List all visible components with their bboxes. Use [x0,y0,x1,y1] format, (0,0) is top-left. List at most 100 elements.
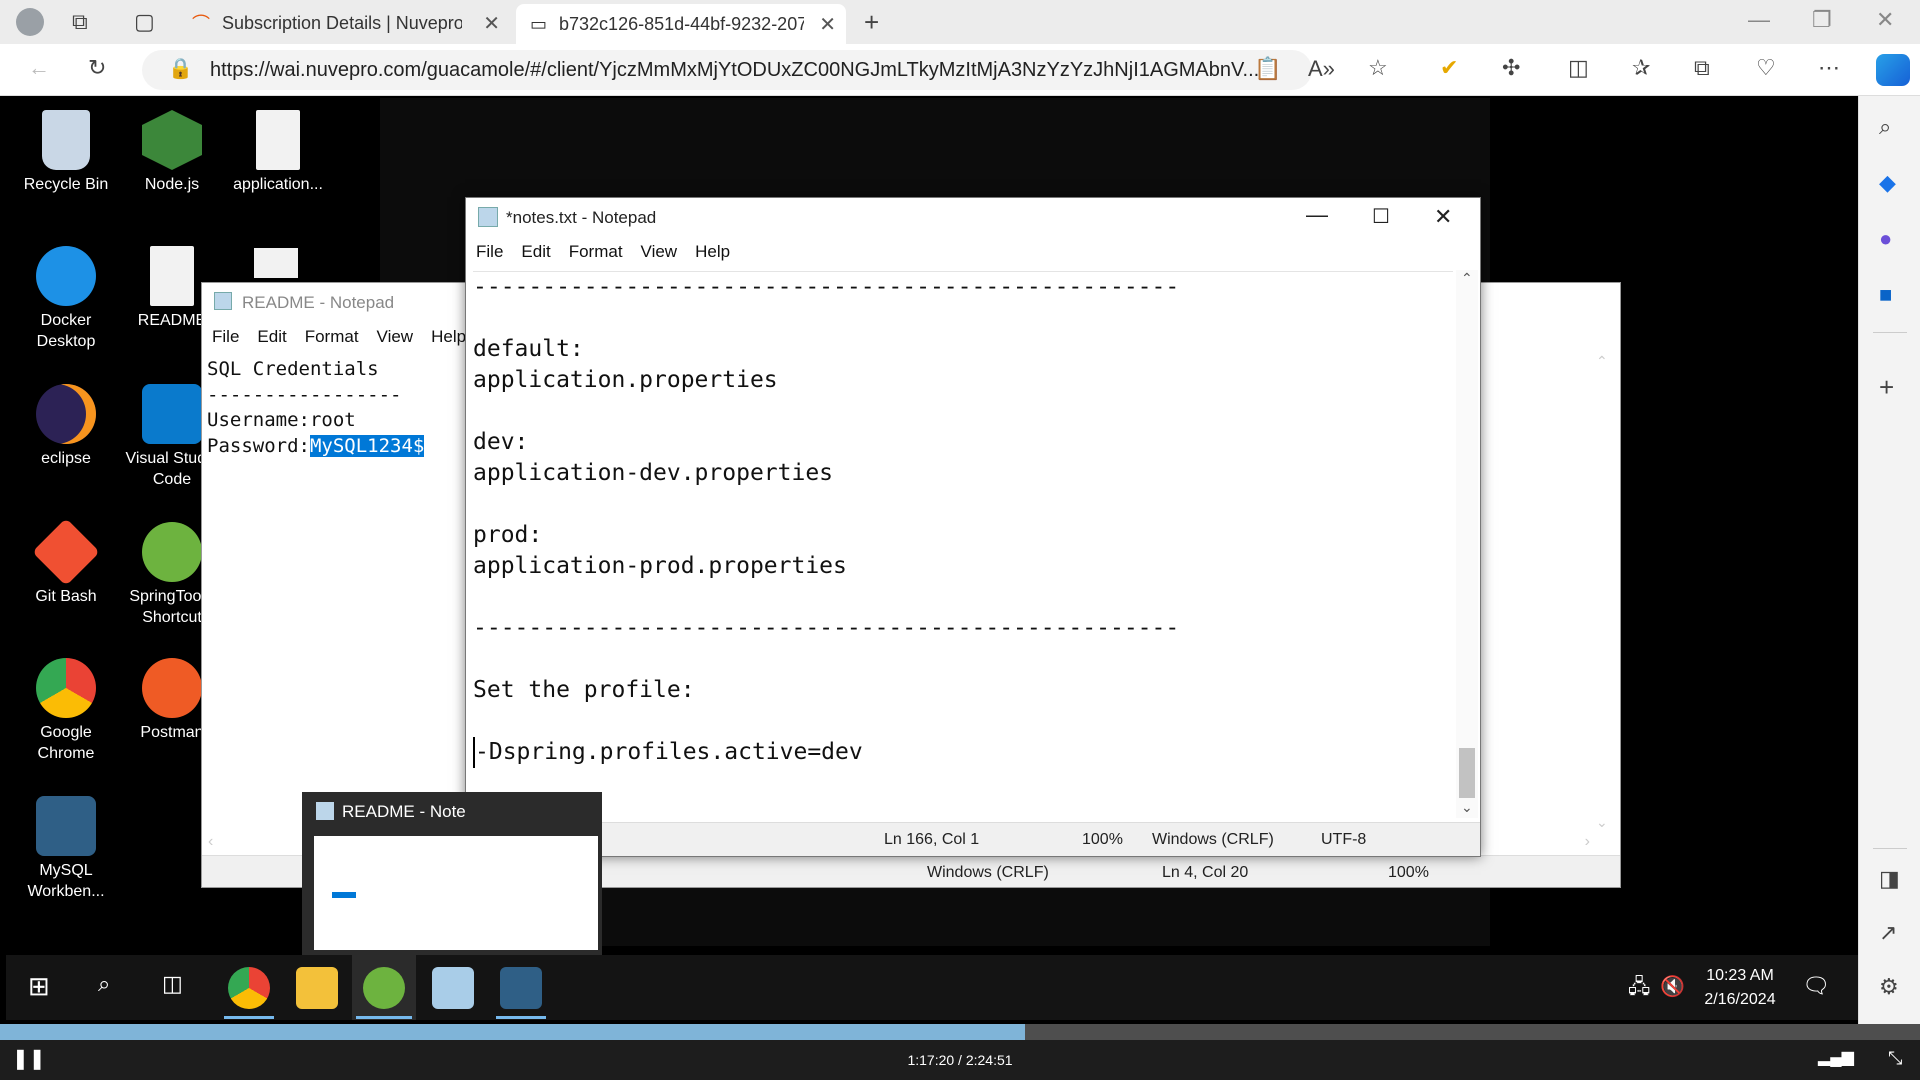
spring-taskbar-icon[interactable] [363,967,405,1009]
desktop-icon-recycle-bin[interactable]: Recycle Bin [14,110,118,195]
desktop-icon-chrome[interactable]: Google Chrome [14,658,118,764]
menu-view[interactable]: View [377,321,414,353]
more-menu-icon[interactable]: ⋯ [1818,57,1840,79]
refresh-icon[interactable]: ↻ [88,57,106,79]
settings-gear-icon[interactable]: ⚙ [1879,976,1899,998]
text-line: prod: [473,522,543,548]
close-tab-icon[interactable]: ✕ [819,12,836,37]
status-zoom: 100% [1082,831,1123,848]
new-tab-icon[interactable]: + [864,9,879,35]
menu-format[interactable]: Format [305,321,359,353]
playback-progress-bar[interactable] [0,1024,1920,1040]
menu-help[interactable]: Help [431,321,466,353]
close-window-icon[interactable]: ✕ [1876,9,1894,31]
readme-text-area[interactable]: SQL Credentials ----------------- Userna… [207,357,425,459]
desktop-icon-git-bash[interactable]: Git Bash [14,518,118,607]
back-icon[interactable]: ← [28,57,50,79]
desktop-icon-nodejs[interactable]: Node.js [120,110,224,195]
volume-muted-icon[interactable]: 🔇 [1660,977,1685,997]
workspaces-icon[interactable]: ⧉ [72,11,88,33]
scroll-down-icon[interactable]: ⌄ [1461,799,1473,816]
browser-essentials-icon[interactable]: ♡ [1756,57,1776,79]
text-line [473,644,1453,675]
network-icon[interactable]: 🖧 [1628,977,1650,997]
scroll-left-icon[interactable]: ‹ [208,833,213,851]
tab-remote-session[interactable]: ▭ b732c126-851d-44bf-9232-2077 ✕ [516,4,846,44]
copilot-app-icon[interactable]: ● [1879,228,1892,250]
desktop-icon-label: Git Bash [35,588,97,605]
player-controls: ❚❚ 1:17:20 / 2:24:51 ▂▄▆ ⤡ [0,1040,1920,1080]
scroll-up-icon[interactable]: ⌃ [1596,353,1614,370]
mysql-workbench-taskbar-icon[interactable] [500,967,542,1009]
address-bar[interactable]: 🔒 https://wai.nuvepro.com/guacamole/#/cl… [142,50,1312,90]
menu-view[interactable]: View [641,236,678,268]
file-icon[interactable] [254,248,298,278]
favorites-icon[interactable]: ✰ [1632,57,1650,79]
url-text[interactable]: https://wai.nuvepro.com/guacamole/#/clie… [210,59,1290,82]
menu-format[interactable]: Format [569,236,623,268]
notes-vertical-scrollbar[interactable]: ⌃ ⌄ [1456,270,1478,818]
remote-desktop: Recycle Bin Docker Desktop eclipse Git B… [6,98,1858,1020]
profile-avatar[interactable] [16,8,44,36]
system-clock[interactable]: 10:23 AM 2/16/2024 [1694,964,1786,1012]
open-external-icon[interactable]: ↗ [1879,922,1897,944]
scroll-up-icon[interactable]: ⌃ [1461,270,1473,287]
extension-check-icon[interactable]: ✔ [1440,57,1458,79]
text-line: application.properties [473,367,778,393]
clock-time: 10:23 AM [1706,967,1774,984]
restore-window-icon[interactable]: ❐ [1812,9,1832,31]
maximize-icon[interactable]: ☐ [1372,204,1390,229]
notes-title-bar[interactable]: *notes.txt - Notepad — ☐ ✕ [466,198,1480,236]
notepad-taskbar-icon[interactable] [432,967,474,1009]
scroll-thumb[interactable] [1459,748,1475,798]
text-line [473,489,1453,520]
add-sidebar-app-icon[interactable]: + [1879,374,1894,400]
start-windows-icon[interactable]: ⊞ [28,973,50,999]
search-icon[interactable]: ⌕ [98,973,110,995]
menu-edit[interactable]: Edit [257,321,286,353]
favorite-star-icon[interactable]: ☆ [1368,57,1388,79]
desktop-icon-docker[interactable]: Docker Desktop [14,246,118,352]
selected-password-text[interactable]: MySQL1234$ [309,434,425,457]
collections-icon[interactable]: ⧉ [1694,57,1710,79]
close-icon[interactable]: ✕ [1434,204,1452,230]
search-icon[interactable]: ⌕ [1879,116,1891,138]
copilot-icon[interactable] [1876,54,1910,86]
task-view-icon[interactable]: ◫ [162,973,183,995]
outlook-icon[interactable]: ■ [1879,284,1892,306]
exit-fullscreen-icon[interactable]: ⤡ [1888,1049,1902,1067]
desktop-icon-eclipse[interactable]: eclipse [14,384,118,469]
spring-icon [142,522,202,582]
file-icon [150,246,194,306]
minimize-window-icon[interactable]: — [1748,9,1770,31]
action-center-icon[interactable]: 🗨 [1802,975,1830,997]
scroll-down-icon[interactable]: ⌄ [1596,814,1608,831]
close-tab-icon[interactable]: ✕ [483,11,500,36]
tab-actions-icon[interactable]: ▢ [134,11,155,33]
hide-sidebar-icon[interactable]: ◨ [1879,868,1900,890]
menu-file[interactable]: File [212,321,239,353]
file-explorer-icon[interactable] [296,967,338,1009]
desktop-icon-mysql-workbench[interactable]: MySQL Workben... [14,796,118,902]
scroll-right-icon[interactable]: › [1585,833,1590,851]
read-aloud-icon[interactable]: A» [1308,58,1335,80]
notes-notepad-window[interactable]: *notes.txt - Notepad — ☐ ✕ File Edit Forma… [465,197,1481,857]
chrome-taskbar-icon[interactable] [228,967,270,1009]
clipboard-icon[interactable]: 📋 [1254,58,1281,80]
minimize-icon[interactable]: — [1306,202,1328,228]
lock-icon[interactable]: 🔒 [168,59,193,79]
shopping-tag-icon[interactable]: ◆ [1879,172,1896,194]
split-screen-icon[interactable]: ◫ [1568,57,1589,79]
menu-edit[interactable]: Edit [521,236,550,268]
extensions-puzzle-icon[interactable]: ✣ [1502,57,1520,79]
menu-file[interactable]: File [476,236,503,268]
desktop-icon-application[interactable]: application... [226,110,330,195]
tab-subscription-details[interactable]: ⌒ Subscription Details | Nuvepro ✕ [180,6,510,40]
desktop-icon-label: Postman [140,724,204,741]
menu-help[interactable]: Help [695,236,730,268]
taskbar-thumbnail-preview[interactable]: README - Note [302,792,602,958]
browser-toolbar: ← ↻ 🔒 https://wai.nuvepro.com/guacamole/… [0,44,1920,96]
readme-vertical-scrollbar[interactable]: ⌃ ⌄ [1596,353,1614,831]
notes-text-area[interactable]: ----------------------------------------… [473,271,1453,817]
text-line: application-dev.properties [473,460,834,486]
